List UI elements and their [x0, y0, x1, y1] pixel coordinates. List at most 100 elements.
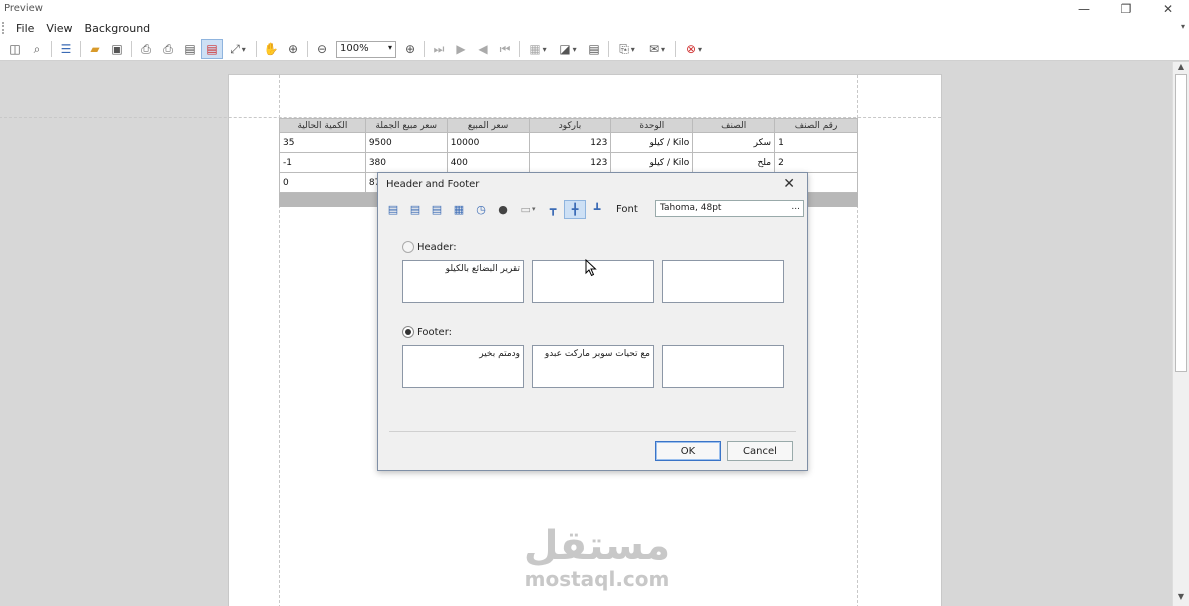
header-label: Header: [417, 241, 457, 253]
cell-wholesale: 9500 [364, 132, 448, 153]
cell-barcode: 123 [528, 152, 612, 173]
next-page-icon[interactable]: ▶ [450, 39, 472, 59]
menu-background[interactable]: Background [79, 22, 157, 35]
zoom-select[interactable]: 100% [336, 40, 396, 58]
cell-wholesale: 380 [364, 152, 448, 173]
header-right-box[interactable] [662, 260, 784, 303]
page-count-icon[interactable]: ▤ [426, 200, 448, 219]
header-radio[interactable] [402, 241, 414, 253]
close-window-button[interactable]: ✕ [1147, 0, 1189, 18]
font-label: Font [616, 203, 638, 215]
save-icon[interactable]: ▣ [106, 39, 128, 59]
header-option[interactable]: Header: [402, 241, 457, 253]
toolbar-separator [307, 41, 308, 57]
document-map-icon[interactable]: ◫ [4, 39, 26, 59]
column-header: الوحدة [610, 118, 694, 133]
cell-num: 2 [774, 152, 858, 173]
column-header: سعر مبيع الجملة [364, 118, 448, 133]
footer-right-box[interactable] [662, 345, 784, 388]
print-icon[interactable]: ⎙ [135, 39, 157, 59]
footer-center-box[interactable]: مع تحيات سوبر ماركت عبدو [532, 345, 654, 388]
table-row: -1 380 400 123 كيلو / Kilo ملح 2 [279, 152, 858, 173]
menu-bar: File View Background ▾ [0, 18, 1189, 38]
mouse-cursor-icon [585, 259, 597, 277]
minimize-button[interactable]: — [1063, 0, 1105, 18]
previous-page-icon[interactable]: ◀ [472, 39, 494, 59]
toolbar-separator [256, 41, 257, 57]
toolbar-separator [608, 41, 609, 57]
font-field[interactable]: Tahoma, 48pt ... [655, 200, 804, 217]
scale-icon[interactable]: ⤢ [223, 39, 253, 59]
hand-tool-icon[interactable]: ✋ [260, 39, 282, 59]
toolbar-separator [675, 41, 676, 57]
page-setup-icon[interactable]: ▤ [179, 39, 201, 59]
toolbar-separator [424, 41, 425, 57]
image-icon[interactable]: ▭ [514, 200, 542, 219]
zoom-out-icon[interactable]: ⊖ [311, 39, 333, 59]
toolbar-separator [519, 41, 520, 57]
header-footer-icon[interactable]: ▤ [201, 39, 223, 59]
watermark-icon[interactable]: ▤ [583, 39, 605, 59]
close-icon[interactable]: ✕ [783, 176, 795, 192]
user-icon[interactable]: ● [492, 200, 514, 219]
cell-item: سكر [692, 132, 776, 153]
footer-label: Footer: [417, 326, 453, 338]
cell-qty: 35 [279, 132, 366, 153]
cell-unit: كيلو / Kilo [610, 132, 694, 153]
header-left-box[interactable]: تقرير البضائع بالكيلو [402, 260, 524, 303]
toolbar-separator [131, 41, 132, 57]
chevron-down-icon[interactable]: ▾ [1181, 22, 1185, 31]
send-email-icon[interactable]: ✉ [642, 39, 672, 59]
column-header: سعر المبيع [446, 118, 530, 133]
zoom-in-icon[interactable]: ⊕ [399, 39, 421, 59]
main-toolbar: ◫ ⌕ ☰ ▰ ▣ ⎙ ⎙ ▤ ▤ ⤢ ✋ ⊕ ⊖ 100% ⊕ ⏭ ▶ ◀ ⏮… [0, 38, 1189, 61]
window-titlebar: Preview — ❐ ✕ [0, 0, 1189, 18]
column-header: باركود [528, 118, 612, 133]
column-header: رقم الصنف [774, 118, 858, 133]
page-of-pages-icon[interactable]: ▤ [404, 200, 426, 219]
align-middle-icon[interactable]: ╋ [564, 199, 586, 219]
font-value: Tahoma, 48pt [660, 203, 722, 213]
open-icon[interactable]: ▰ [84, 39, 106, 59]
menu-file[interactable]: File [10, 22, 40, 35]
ok-button[interactable]: OK [655, 441, 721, 461]
header-footer-dialog: Header and Footer ✕ ▤ ▤ ▤ ▦ ◷ ● ▭ ┳ ╋ ┻ … [377, 172, 808, 471]
first-page-icon[interactable]: ⏮ [494, 39, 516, 59]
cell-qty: -1 [279, 152, 366, 173]
close-preview-icon[interactable]: ⊗ [679, 39, 709, 59]
cell-qty: 0 [279, 172, 366, 193]
window-title: Preview [4, 3, 43, 14]
vertical-scrollbar[interactable]: ▲ ▼ [1172, 62, 1189, 606]
column-header: الصنف [692, 118, 776, 133]
footer-option[interactable]: Footer: [402, 326, 452, 338]
dialog-separator [389, 431, 796, 432]
watermark-logo: مستقل mostaql.com [517, 523, 677, 589]
date-icon[interactable]: ▦ [448, 200, 470, 219]
cancel-button[interactable]: Cancel [727, 441, 793, 461]
customize-icon[interactable]: ☰ [55, 39, 77, 59]
time-icon[interactable]: ◷ [470, 200, 492, 219]
scrollbar-thumb[interactable] [1175, 74, 1187, 372]
scroll-down-icon[interactable]: ▼ [1173, 592, 1189, 606]
align-top-icon[interactable]: ┳ [542, 200, 564, 219]
last-page-icon[interactable]: ⏭ [428, 39, 450, 59]
column-header: الكمية الحالية [279, 118, 366, 133]
multiple-pages-icon[interactable]: ▦ [523, 39, 553, 59]
find-icon[interactable]: ⌕ [26, 39, 48, 59]
quick-print-icon[interactable]: ⎙ [157, 39, 179, 59]
table-row: 35 9500 10000 123 كيلو / Kilo سكر 1 [279, 132, 858, 153]
cell-num: 1 [774, 132, 858, 153]
menu-view[interactable]: View [40, 22, 78, 35]
toolbar-separator [80, 41, 81, 57]
restore-button[interactable]: ❐ [1105, 0, 1147, 18]
export-icon[interactable]: ⎘ [612, 39, 642, 59]
page-number-icon[interactable]: ▤ [382, 200, 404, 219]
font-browse-button[interactable]: ... [791, 202, 800, 212]
cell-price: 10000 [446, 132, 530, 153]
page-color-icon[interactable]: ◪ [553, 39, 583, 59]
align-bottom-icon[interactable]: ┻ [586, 200, 608, 219]
magnifier-icon[interactable]: ⊕ [282, 39, 304, 59]
footer-radio[interactable] [402, 326, 414, 338]
cell-price: 400 [446, 152, 530, 173]
footer-left-box[interactable]: ودمتم بخير [402, 345, 524, 388]
